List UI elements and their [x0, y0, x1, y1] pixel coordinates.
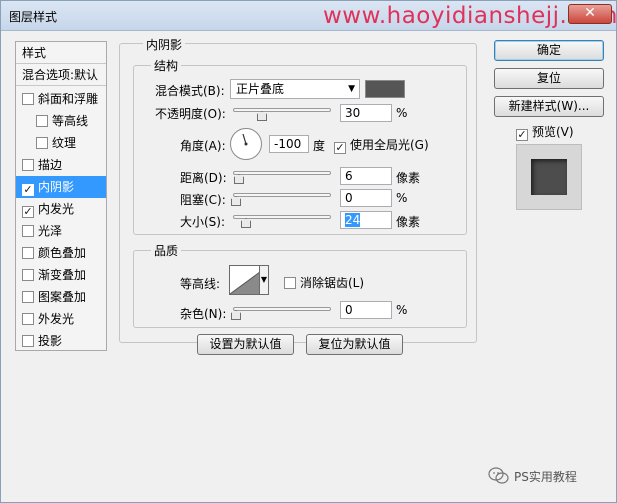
- quality-label: 品质: [151, 242, 182, 259]
- noise-input[interactable]: 0: [340, 301, 392, 319]
- opacity-label: 不透明度(O):: [155, 107, 226, 121]
- global-light-option[interactable]: ✓ 使用全局光(G): [334, 136, 429, 154]
- opacity-unit: %: [396, 106, 408, 120]
- wechat-label: PS实用教程: [514, 470, 577, 484]
- style-item-bevel-emboss[interactable]: 斜面和浮雕: [16, 88, 106, 110]
- style-item-satin[interactable]: 光泽: [16, 220, 106, 242]
- opacity-slider[interactable]: [233, 108, 331, 112]
- inner-shadow-title: 内阴影: [143, 36, 186, 53]
- style-preview: [516, 144, 582, 210]
- distance-input[interactable]: 6: [340, 167, 392, 185]
- contour-label: 等高线:: [180, 277, 221, 291]
- style-item-gradient-overlay[interactable]: 渐变叠加: [16, 264, 106, 286]
- distance-label: 距离(D):: [180, 171, 227, 185]
- contour-checkbox[interactable]: [36, 115, 48, 127]
- angle-dial[interactable]: [230, 128, 262, 160]
- contour-dropdown[interactable]: ▼: [259, 265, 269, 295]
- size-label: 大小(S):: [180, 215, 226, 229]
- inner-glow-checkbox[interactable]: ✓: [22, 206, 34, 218]
- angle-input[interactable]: -100: [269, 135, 309, 153]
- chevron-down-icon: ▼: [348, 84, 355, 94]
- outer-glow-checkbox[interactable]: [22, 313, 34, 325]
- choke-label: 阻塞(C):: [180, 193, 226, 207]
- reset-button[interactable]: 复位: [494, 68, 604, 89]
- preview-swatch: [531, 159, 567, 195]
- choke-input[interactable]: 0: [340, 189, 392, 207]
- distance-slider[interactable]: [233, 171, 331, 175]
- window-title: 图层样式: [9, 10, 58, 24]
- new-style-button[interactable]: 新建样式(W)...: [494, 96, 604, 117]
- noise-unit: %: [396, 303, 408, 317]
- style-item-outer-glow[interactable]: 外发光: [16, 308, 106, 330]
- style-item-inner-glow[interactable]: ✓ 内发光: [16, 198, 106, 220]
- structure-label: 结构: [151, 57, 182, 74]
- wechat-icon: [488, 467, 509, 484]
- choke-slider[interactable]: [233, 193, 331, 197]
- drop-shadow-checkbox[interactable]: [22, 335, 34, 347]
- style-item-contour[interactable]: 等高线: [16, 110, 106, 132]
- style-item-drop-shadow[interactable]: 投影: [16, 330, 106, 352]
- antialias-option[interactable]: 消除锯齿(L): [284, 274, 364, 291]
- set-default-button[interactable]: 设置为默认值: [197, 334, 294, 355]
- pattern-overlay-checkbox[interactable]: [22, 291, 34, 303]
- color-overlay-checkbox[interactable]: [22, 247, 34, 259]
- wechat-watermark: PS实用教程: [488, 467, 577, 485]
- style-item-texture[interactable]: 纹理: [16, 132, 106, 154]
- style-list-header[interactable]: 样式: [16, 42, 106, 64]
- choke-unit: %: [396, 191, 408, 205]
- ok-button[interactable]: 确定: [494, 40, 604, 61]
- antialias-checkbox[interactable]: [284, 277, 296, 289]
- texture-checkbox[interactable]: [36, 137, 48, 149]
- satin-checkbox[interactable]: [22, 225, 34, 237]
- stroke-checkbox[interactable]: [22, 159, 34, 171]
- angle-needle-icon: [242, 133, 248, 146]
- noise-slider[interactable]: [233, 307, 331, 311]
- close-button[interactable]: ✕: [568, 4, 612, 24]
- gradient-overlay-checkbox[interactable]: [22, 269, 34, 281]
- chevron-down-icon: ▼: [260, 275, 268, 284]
- opacity-input[interactable]: 30: [340, 104, 392, 122]
- style-item-color-overlay[interactable]: 颜色叠加: [16, 242, 106, 264]
- distance-unit: 像素: [396, 171, 421, 185]
- reset-default-button[interactable]: 复位为默认值: [306, 334, 403, 355]
- size-slider[interactable]: [233, 215, 331, 219]
- size-unit: 像素: [396, 215, 421, 229]
- blend-mode-label: 混合模式(B):: [155, 84, 225, 98]
- noise-label: 杂色(N):: [180, 307, 227, 321]
- title-bar: 图层样式 www.haoyidianshejj.com ✕: [1, 1, 617, 31]
- blend-color-swatch[interactable]: [365, 80, 405, 98]
- angle-unit: 度: [313, 139, 326, 153]
- blend-mode-select[interactable]: 正片叠底 ▼: [230, 79, 360, 99]
- style-list: 样式 混合选项:默认 斜面和浮雕 等高线 纹理 描边 ✓ 内阴影 ✓ 内发光 光泽 …: [15, 41, 107, 351]
- close-icon: ✕: [584, 5, 596, 21]
- blend-options-item[interactable]: 混合选项:默认: [16, 64, 106, 86]
- inner-shadow-checkbox[interactable]: ✓: [22, 184, 34, 196]
- layer-style-dialog: 图层样式 www.haoyidianshejj.com ✕ 样式 混合选项:默认…: [0, 0, 617, 503]
- size-input[interactable]: 24: [340, 211, 392, 229]
- bevel-emboss-checkbox[interactable]: [22, 93, 34, 105]
- preview-option[interactable]: ✓ 预览(V): [516, 123, 574, 141]
- style-item-inner-shadow[interactable]: ✓ 内阴影: [16, 176, 106, 198]
- style-item-stroke[interactable]: 描边: [16, 154, 106, 176]
- angle-label: 角度(A):: [180, 139, 226, 153]
- global-light-checkbox[interactable]: ✓: [334, 142, 346, 154]
- preview-checkbox[interactable]: ✓: [516, 129, 528, 141]
- style-item-pattern-overlay[interactable]: 图案叠加: [16, 286, 106, 308]
